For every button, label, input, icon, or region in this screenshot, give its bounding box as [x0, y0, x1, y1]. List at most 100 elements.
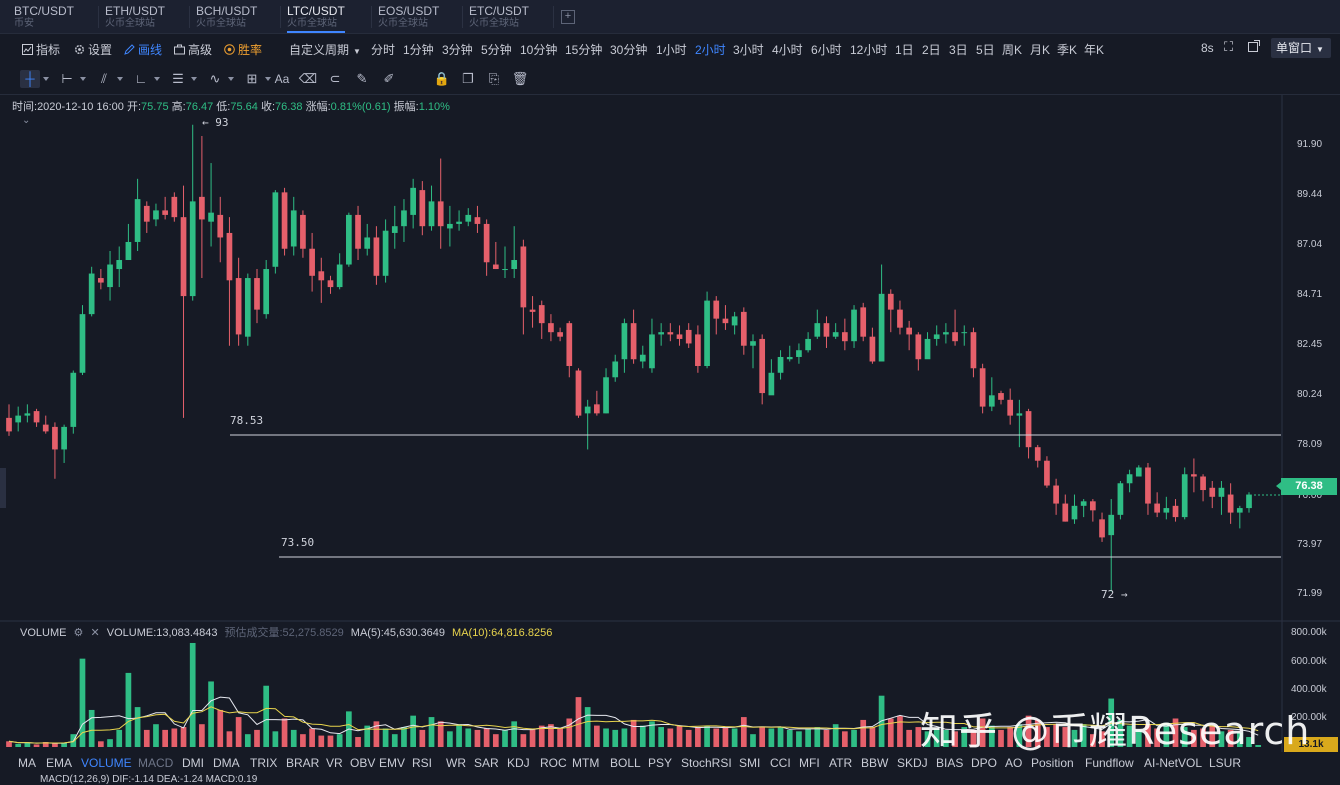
volume-bar [796, 731, 802, 747]
indicator-tab-lsur[interactable]: LSUR [1209, 756, 1241, 770]
indicator-tab-ma[interactable]: MA [18, 756, 36, 770]
volume-bar [318, 735, 325, 747]
candle-body [860, 307, 867, 337]
volume-bar [428, 717, 435, 747]
candle-body [327, 280, 334, 288]
indicator-tab-vr[interactable]: VR [326, 756, 343, 770]
indicator-tab-mtm[interactable]: MTM [572, 756, 599, 770]
candle-body [529, 309, 536, 312]
volume-bar [658, 727, 664, 747]
candle-body [584, 406, 591, 414]
indicator-tab-wr[interactable]: WR [446, 756, 466, 770]
gear-icon[interactable]: ⚙ [74, 627, 84, 639]
indicator-tab-emv[interactable]: EMV [379, 756, 405, 770]
volume-bar [419, 729, 426, 747]
candle-body [254, 278, 260, 310]
indicator-tab-kdj[interactable]: KDJ [507, 756, 530, 770]
indicator-tab-sar[interactable]: SAR [474, 756, 499, 770]
indicator-tab-trix[interactable]: TRIX [250, 756, 277, 770]
volume-bar [511, 721, 518, 747]
candle-body [823, 323, 830, 337]
indicator-tab-cci[interactable]: CCI [770, 756, 791, 770]
indicator-tab-macd[interactable]: MACD [138, 756, 173, 770]
price-tick: 80.24 [1297, 389, 1323, 400]
candle-body [1181, 474, 1188, 518]
price-tick: 71.99 [1297, 588, 1323, 599]
chart-canvas[interactable]: 78.53 73.50 ← 93 72 → [0, 0, 1340, 780]
price-tick: 82.45 [1297, 339, 1323, 350]
close-icon[interactable]: ✕ [90, 627, 99, 639]
indicator-tab-dmi[interactable]: DMI [182, 756, 204, 770]
indicator-tab-dma[interactable]: DMA [213, 756, 240, 770]
candle-body [15, 415, 22, 423]
volume-bar [805, 728, 811, 747]
volume-bar [401, 727, 407, 747]
candle-body [988, 395, 995, 407]
candle-body [1044, 460, 1050, 486]
price-tick: 73.97 [1297, 539, 1323, 550]
candle-body [814, 323, 821, 337]
indicator-tab-ao[interactable]: AO [1005, 756, 1022, 770]
volume-bar [217, 709, 224, 747]
indicator-tab-dpo[interactable]: DPO [971, 756, 997, 770]
candle-body [1034, 447, 1041, 461]
volume-bar [171, 728, 178, 747]
candle-body [979, 368, 986, 407]
candle-body [355, 214, 361, 249]
indicator-tab-smi[interactable]: SMI [739, 756, 760, 770]
volume-ma5: MA(5):45,630.3649 [350, 627, 445, 639]
low-marker: 72 → [1101, 588, 1128, 601]
indicator-tab-psy[interactable]: PSY [648, 756, 672, 770]
candle-body [447, 223, 453, 229]
candle-body [171, 196, 178, 218]
indicator-tab-obv[interactable]: OBV [350, 756, 375, 770]
volume-bar [814, 727, 821, 747]
volume-bar [851, 729, 857, 747]
volume-bar [107, 739, 113, 747]
current-price-tag: 76.38 [1276, 478, 1337, 495]
indicator-tab-ai-netvol[interactable]: AI-NetVOL [1144, 756, 1202, 770]
volume-bar [52, 743, 58, 747]
candles [6, 124, 1252, 592]
indicator-tab-rsi[interactable]: RSI [412, 756, 432, 770]
candle-body [1172, 505, 1179, 518]
volume-bar [906, 729, 912, 747]
indicator-tabs: MA EMA VOLUME MACD DMI DMA TRIX BRAR VR OBV EMV RSI… [0, 752, 1340, 774]
candle-body [1145, 467, 1151, 504]
indicator-tab-position[interactable]: Position [1031, 756, 1074, 770]
indicator-tab-volume[interactable]: VOLUME [81, 756, 132, 770]
candle-body [217, 214, 224, 238]
candle-body [731, 316, 738, 326]
indicator-tab-skdj[interactable]: SKDJ [897, 756, 928, 770]
candle-body [1126, 474, 1133, 484]
candle-body [199, 196, 205, 220]
indicator-tab-mfi[interactable]: MFI [799, 756, 820, 770]
indicator-tab-boll[interactable]: BOLL [610, 756, 641, 770]
candle-body [658, 332, 664, 335]
volume-bar [281, 718, 288, 747]
candle-body [639, 354, 646, 362]
indicator-tab-bbw[interactable]: BBW [861, 756, 888, 770]
candle-body [713, 300, 720, 319]
indicator-tab-brar[interactable]: BRAR [286, 756, 319, 770]
candle-body [897, 309, 903, 328]
indicator-tab-ema[interactable]: EMA [46, 756, 72, 770]
volume-bar [300, 734, 306, 747]
indicator-tab-fundflow[interactable]: Fundflow [1085, 756, 1134, 770]
candle-body [740, 311, 747, 346]
candle-body [465, 214, 472, 222]
volume-bar [162, 729, 168, 747]
volume-bar [548, 724, 554, 747]
indicator-tab-bias[interactable]: BIAS [936, 756, 963, 770]
indicator-tab-atr[interactable]: ATR [829, 756, 852, 770]
candle-body [612, 361, 619, 378]
volume-bar [704, 725, 710, 747]
resize-handle[interactable] [0, 468, 6, 508]
candle-body [961, 332, 968, 334]
candle-body [676, 334, 683, 339]
indicator-tab-stochrsi[interactable]: StochRSI [681, 756, 732, 770]
candle-body [685, 329, 692, 344]
volume-bar [612, 729, 619, 747]
candle-body [1071, 505, 1078, 520]
indicator-tab-roc[interactable]: ROC [540, 756, 567, 770]
